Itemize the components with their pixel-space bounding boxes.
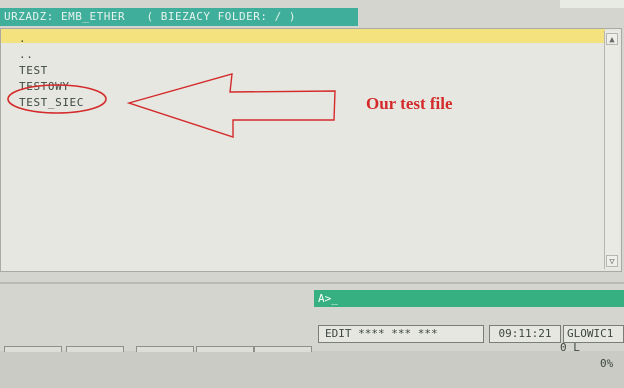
status-line: S 0 L 0% <box>316 308 624 370</box>
path-indicator: GLOWIC1 <box>563 325 624 343</box>
softkey-4[interactable] <box>196 346 254 352</box>
vertical-scrollbar[interactable]: ▲ ▽ <box>604 31 619 269</box>
softkey-3[interactable] <box>136 346 194 352</box>
softkey-1[interactable] <box>4 346 62 352</box>
top-right-bar <box>560 0 624 8</box>
annotation-label: Our test file <box>366 94 453 113</box>
file-item-parent-dir[interactable]: .. <box>19 47 84 63</box>
softkey-2[interactable] <box>66 346 124 352</box>
selection-highlight <box>1 29 605 43</box>
device-title-bar: URZADZ: EMB_ETHER ( BIEZACY FOLDER: / ) <box>0 8 358 26</box>
command-input[interactable]: A>_ <box>314 290 624 307</box>
file-item-test-siec[interactable]: TEST_SIEC <box>19 95 84 111</box>
status-percent: 0% <box>600 357 614 370</box>
softkey-5[interactable] <box>254 346 312 352</box>
clock-display: 09:11:21 <box>489 325 561 343</box>
bottom-divider <box>0 282 624 284</box>
file-list: . .. TEST TESTOWY TEST_SIEC <box>19 31 84 111</box>
file-item-test[interactable]: TEST <box>19 63 84 79</box>
file-item-testowy[interactable]: TESTOWY <box>19 79 84 95</box>
scroll-down-icon[interactable]: ▽ <box>606 255 618 267</box>
file-item-current-dir[interactable]: . <box>19 31 84 47</box>
file-list-panel: . .. TEST TESTOWY TEST_SIEC ▲ ▽ <box>0 28 622 272</box>
mode-indicator: EDIT **** *** *** <box>318 325 484 343</box>
scroll-up-icon[interactable]: ▲ <box>606 33 618 45</box>
cnc-screen: URZADZ: EMB_ETHER ( BIEZACY FOLDER: / ) … <box>0 0 624 370</box>
